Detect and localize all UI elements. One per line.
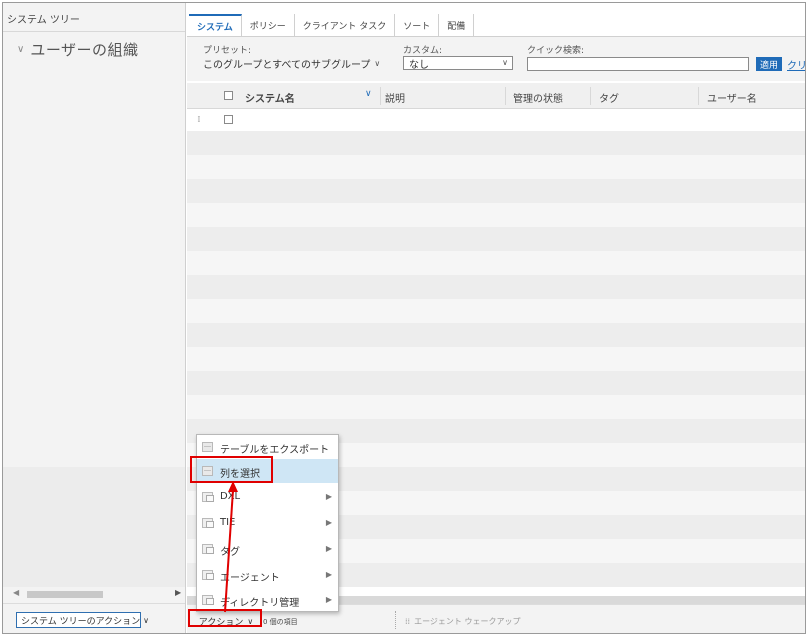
table-header: システム名 ∨ 説明 管理の状態 タグ ユーザー名 [187,83,805,109]
menu-item-agent[interactable]: エージェント ▶ [197,563,338,587]
folder-icon [202,595,214,605]
table-row [187,347,805,371]
tree-empty-area [3,467,185,587]
menu-item-label: TIE [220,517,236,528]
custom-label: カスタム: [403,46,443,56]
table-row [187,179,805,203]
table-row [187,227,805,251]
chevron-down-icon: ∨ [374,58,381,68]
tree-horizontal-scrollbar[interactable]: ◀ ▶ [3,588,185,600]
column-divider[interactable] [380,87,381,105]
submenu-arrow-icon: ▶ [325,595,332,604]
tree-footer: システム ツリーのアクション ∨ [3,603,185,633]
column-divider[interactable] [698,87,699,105]
table-row [187,275,805,299]
table-icon [202,442,213,452]
tree-node-label: ユーザーの組織 [30,41,139,59]
agent-wakeup-button[interactable]: ⁞⁞ エージェント ウェークアップ [401,613,521,629]
folder-icon [202,492,214,502]
menu-item-dxl[interactable]: DXL ▶ [197,485,338,509]
table-row [187,371,805,395]
divider [3,31,185,32]
tab-policies[interactable]: ポリシー [242,14,295,36]
chevron-down-icon: ∨ [502,58,508,67]
column-header-user-name[interactable]: ユーザー名 [707,90,757,105]
menu-item-label: エージェント [220,573,280,584]
apply-button[interactable]: 適用 [756,57,782,71]
table-row[interactable]: ⁞⁞ [187,110,805,131]
grip-icon: ⁞⁞ [405,616,411,626]
highlight-box-choose-columns [190,456,273,483]
table-row [187,323,805,347]
table-row [187,299,805,323]
table-row [187,203,805,227]
tab-sort[interactable]: ソート [395,14,440,36]
agent-wakeup-label: エージェント ウェークアップ [414,616,521,626]
menu-item-label: テーブルをエクスポート [220,445,330,456]
table-row [187,131,805,155]
application-frame: システム ツリー ∨ ユーザーの組織 ◀ ▶ システム ツリーのアクション ∨ … [2,2,806,634]
system-tree-pane: システム ツリー ∨ ユーザーの組織 ◀ ▶ システム ツリーのアクション ∨ [3,3,186,633]
menu-item-tie[interactable]: TIE ▶ [197,511,338,535]
sort-chevron-icon[interactable]: ∨ [365,89,372,99]
folder-icon [202,544,214,554]
highlight-box-actions [188,609,262,627]
main-tabs: システム ポリシー クライアント タスク ソート 配備 [189,14,475,36]
folder-icon [202,570,214,580]
column-divider[interactable] [505,87,506,105]
chevron-down-icon: ∨ [143,615,150,625]
column-divider[interactable] [590,87,591,105]
scrollbar-thumb[interactable] [27,591,103,598]
table-row [187,395,805,419]
menu-item-label: タグ [220,547,240,558]
tab-deployment[interactable]: 配備 [439,14,475,36]
table-row-cell [239,110,762,131]
column-header-managed-state[interactable]: 管理の状態 [513,90,563,105]
column-header-tags[interactable]: タグ [599,90,619,105]
column-header-system-name[interactable]: システム名 [245,90,295,105]
divider [395,611,396,629]
row-checkbox[interactable] [224,115,233,124]
tree-node-organization[interactable]: ∨ ユーザーの組織 [17,39,139,60]
submenu-arrow-icon: ▶ [325,518,332,527]
preset-value: このグループとすべてのサブグループ [203,59,371,71]
menu-item-label: DXL [220,491,241,502]
quick-search-input[interactable] [527,57,749,71]
submenu-arrow-icon: ▶ [325,544,332,553]
submenu-arrow-icon: ▶ [325,570,332,579]
table-row [187,251,805,275]
filter-bar: プリセット: このグループとすべてのサブグループ ∨ カスタム: なし ∨ クイ… [187,37,805,81]
tab-client-tasks[interactable]: クライアント タスク [295,14,396,36]
preset-dropdown[interactable]: このグループとすべてのサブグループ ∨ [201,55,391,71]
clear-link[interactable]: クリ [787,57,805,72]
custom-dropdown[interactable]: なし ∨ [403,56,513,71]
item-count: 0 個の項目 [263,618,298,626]
column-header-description[interactable]: 説明 [385,90,405,105]
quick-search-label: クイック検索: [527,46,585,56]
table-row [187,155,805,179]
submenu-arrow-icon: ▶ [325,492,332,501]
drag-handle-icon[interactable]: ⁞⁞ [197,115,200,125]
scroll-left-icon[interactable]: ◀ [13,588,19,597]
scroll-right-icon[interactable]: ▶ [175,588,181,597]
menu-item-tags[interactable]: タグ ▶ [197,537,338,561]
menu-item-label: ディレクトリ管理 [220,598,300,609]
system-tree-actions-label: システム ツリーのアクション [21,616,141,627]
chevron-down-icon[interactable]: ∨ [17,44,24,55]
custom-value: なし [409,59,429,71]
system-tree-title: システム ツリー [7,15,80,26]
folder-icon [202,518,214,528]
select-all-checkbox[interactable] [224,91,233,100]
tab-systems[interactable]: システム [189,14,242,36]
system-tree-actions-button[interactable]: システム ツリーのアクション ∨ [16,612,149,628]
